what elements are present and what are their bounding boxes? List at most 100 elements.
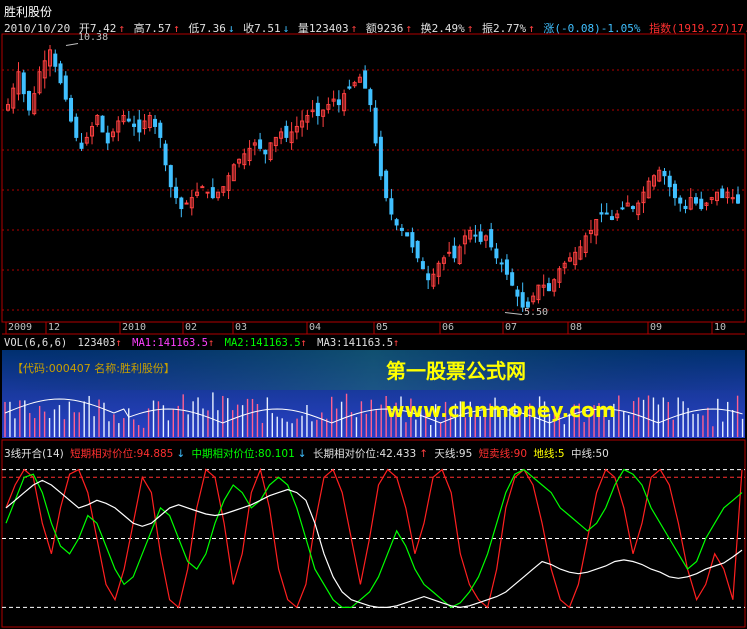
quote-turnover: 换2.49% — [420, 22, 465, 35]
candle-body — [27, 90, 32, 111]
candle-body — [63, 75, 68, 100]
candle-body — [363, 70, 368, 89]
ind-ground: 地线:5 — [533, 448, 565, 460]
candle-body — [630, 206, 635, 210]
candle-body — [158, 122, 163, 138]
candle-body — [137, 119, 142, 133]
quote-high: 高7.57 — [133, 22, 172, 35]
low-marker — [504, 312, 523, 316]
stock-title: 胜利股份 — [4, 5, 53, 19]
ind-sky: 天线:95 — [434, 448, 473, 460]
date-tick-label: 07 — [505, 322, 518, 333]
candle-body — [74, 116, 79, 138]
candle-body — [683, 205, 688, 210]
candle-body — [163, 143, 168, 166]
quote-change: 涨(-0.08)-1.05% — [543, 22, 641, 35]
candle-body — [58, 63, 63, 84]
candle-body — [426, 273, 431, 281]
candle-body — [693, 197, 698, 204]
candle-body — [284, 125, 289, 138]
ind-middle: 中线:50 — [570, 448, 609, 460]
ind-long: 长期相对价位:42.433 — [312, 448, 417, 460]
ind-sell: 短卖线:90 — [478, 448, 528, 460]
candle-body — [347, 86, 352, 89]
date-tick-label: 05 — [376, 322, 389, 333]
candle-body — [132, 123, 137, 127]
vol-ma2: MA2:141163.5 — [224, 337, 301, 349]
candle-body — [452, 245, 457, 259]
candle-body — [510, 272, 515, 286]
date-tick-label: 2009 — [8, 322, 33, 333]
vol-value: 123403 — [77, 337, 116, 349]
candle-body — [447, 251, 452, 254]
candle-body — [21, 72, 26, 95]
date-tick-label: 2010 — [122, 322, 147, 333]
candle-body — [672, 183, 677, 199]
candle-body — [520, 292, 525, 308]
ind-name: 3线开合(14) — [4, 448, 64, 460]
high-marker — [65, 42, 79, 46]
candle-body — [499, 262, 504, 265]
vol-ma3: MA3:141163.5 — [317, 337, 394, 349]
quote-low: 低7.36 — [188, 22, 226, 35]
ind-short: 短期相对价位:94.885 — [70, 448, 174, 460]
candle-body — [662, 170, 667, 177]
candle-body — [205, 191, 210, 194]
candle-body — [504, 259, 509, 275]
candle-body — [599, 212, 604, 215]
candle-body — [200, 186, 205, 189]
candle-body — [410, 232, 415, 248]
vol-ma1: MA1:141163.5 — [132, 337, 208, 349]
candle-body — [184, 202, 189, 205]
candle-body — [263, 149, 268, 155]
candle-body — [79, 142, 84, 149]
watermark-title: 第一股票公式网 — [386, 359, 526, 383]
candle-body — [53, 53, 58, 67]
date-tick-label: 04 — [309, 322, 322, 333]
stock-code-label: 【代码:000407 名称:胜利股份】 — [12, 362, 175, 375]
quote-amplitude: 振2.77% — [481, 22, 527, 35]
candle-body — [373, 107, 378, 144]
candle-body — [604, 212, 609, 215]
candle-body — [494, 248, 499, 259]
quote-bar: 2010/10/20 开7.42 ↑ 高7.57 ↑ 低7.36 ↓ 收7.51 ↓ 量… — [4, 20, 747, 36]
candle-body — [105, 132, 110, 144]
candle-body — [153, 118, 158, 127]
candle-body — [258, 139, 263, 149]
candle-body — [378, 136, 383, 177]
candle-body — [336, 99, 341, 106]
quote-volume: 量123403 — [297, 22, 349, 35]
candle-body — [368, 89, 373, 106]
candle-body — [394, 219, 399, 226]
candle-body — [174, 186, 179, 199]
candle-body — [399, 227, 404, 231]
chart-canvas — [1, 33, 746, 628]
candle-body — [478, 231, 483, 242]
candle-body — [473, 234, 478, 237]
candle-body — [100, 115, 105, 133]
candle-body — [620, 207, 625, 210]
high-price-label: 10.38 — [78, 32, 109, 43]
date-tick-label: 02 — [185, 322, 198, 333]
candle-body — [489, 229, 494, 248]
vol-title: VOL(6,6,6) — [4, 337, 68, 349]
date-tick-label: 09 — [650, 322, 663, 333]
date-tick-label: 10 — [714, 322, 727, 333]
candle-body — [179, 197, 184, 210]
candle-body — [415, 240, 420, 259]
candle-body — [720, 188, 725, 199]
candle-body — [69, 97, 74, 122]
candle-body — [168, 165, 173, 188]
watermark-url: www.chnmoney.com — [386, 398, 616, 422]
candle-body — [210, 187, 215, 199]
quote-date: 2010/10/20 — [4, 22, 71, 35]
quote-index: 指数(1919.27)17.12% — [649, 22, 747, 35]
quote-close: 收7.51 — [243, 22, 281, 35]
indicator-label-bar: 3线开合(14) 短期相对价位:94.885 ↓ 中期相对价位:80.101 ↓ 长… — [4, 448, 609, 460]
candle-body — [515, 289, 520, 297]
candle-body — [126, 118, 131, 122]
candle-body — [384, 170, 389, 199]
date-tick-label: 08 — [570, 322, 583, 333]
candle-body — [315, 102, 320, 117]
candle-body — [678, 197, 683, 204]
